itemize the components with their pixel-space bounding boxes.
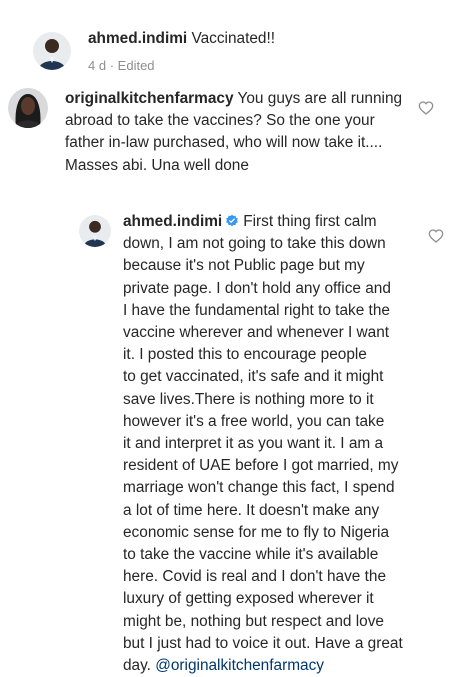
user-avatar-icon — [8, 88, 48, 128]
comment-text-line: a lot of time here. It doesn't make any — [123, 501, 380, 519]
comment-username[interactable]: ahmed.indimi — [123, 213, 222, 230]
comment-text-line: might be, nothing but respect and love — [123, 612, 384, 630]
heart-icon[interactable] — [418, 100, 434, 116]
comment-text-line: down, I am not going to take this down — [123, 235, 386, 253]
comment-text-line: but I just had to voice it out. Have a g… — [123, 634, 403, 652]
comment-text-line: here. Covid is real and I don't have the — [123, 568, 387, 586]
mention-link[interactable]: @originalkitchenfarmacy — [155, 657, 324, 674]
comment-3: ahmed.indimi First thing first calm down,… — [0, 200, 457, 674]
comment-username[interactable]: originalkitchenfarmacy — [65, 90, 234, 107]
comment-text-line: luxury of getting exposed wherever it — [123, 590, 374, 608]
comment-text-line: First thing first calm — [243, 213, 377, 230]
comment-meta: 4 d · Edited — [88, 58, 155, 73]
comment-text-line: Masses abi. Una well done — [65, 156, 249, 174]
comment-1: ahmed.indimi Vaccinated!! 4 d · Edited — [0, 0, 457, 80]
comment-text-line: however it's a free world, you can take — [123, 412, 385, 430]
comment-text-line: I have the fundamental right to take the — [123, 301, 390, 319]
heart-icon[interactable] — [428, 228, 444, 244]
comment-2: originalkitchenfarmacy You guys are all … — [0, 80, 457, 180]
comment-text-line: marriage won't change this fact, I spend — [123, 479, 395, 497]
user-avatar-icon — [79, 215, 111, 247]
comment-text-line: it and interpret it as you want it. I am… — [123, 435, 384, 453]
comment-line: ahmed.indimi First thing first calm — [123, 211, 423, 233]
comment-text-line: day. — [123, 657, 151, 675]
comment-text: Vaccinated!! — [191, 30, 276, 47]
user-avatar-icon — [33, 32, 71, 70]
comment-body: originalkitchenfarmacy You guys are all … — [65, 88, 415, 177]
avatar[interactable] — [33, 32, 71, 70]
avatar[interactable] — [8, 88, 48, 128]
edited-label: Edited — [117, 58, 155, 73]
comment-text-line: resident of UAE before I got married, my — [123, 457, 399, 475]
comment-text-line: private page. I don't hold any office an… — [123, 279, 391, 297]
meta-separator: · — [109, 58, 115, 73]
comment-text-line: to get vaccinated, it's safe and it migh… — [123, 368, 384, 386]
verified-badge-icon — [226, 214, 239, 227]
comment-text-line: to take the vaccine while it's available — [123, 546, 379, 564]
comment-body: ahmed.indimi First thing first calm down,… — [123, 211, 423, 677]
comment-username[interactable]: ahmed.indimi — [88, 30, 187, 47]
comment-text-line: abroad to take the vaccines? So the one … — [65, 112, 375, 130]
avatar[interactable] — [79, 215, 111, 247]
comment-text-line: it. I posted this to encourage people — [123, 346, 367, 364]
comment-text-line: save lives.There is nothing more to it — [123, 390, 374, 408]
comment-line: originalkitchenfarmacy You guys are all … — [65, 88, 415, 110]
comment-text-line: economic sense for me to fly to Nigeria — [123, 523, 390, 541]
comment-body: ahmed.indimi Vaccinated!! — [88, 28, 275, 50]
comment-text-line: father in-law purchased, who will now ta… — [65, 134, 383, 152]
comment-time: 4 d — [88, 58, 107, 73]
comment-text-line: vaccine wherever and whenever I want — [123, 324, 390, 342]
comment-line: day. @originalkitchenfarmacy — [123, 655, 423, 677]
comment-text-line: because it's not Public page but my — [123, 257, 365, 275]
comment-text-line: You guys are all running — [237, 90, 403, 107]
